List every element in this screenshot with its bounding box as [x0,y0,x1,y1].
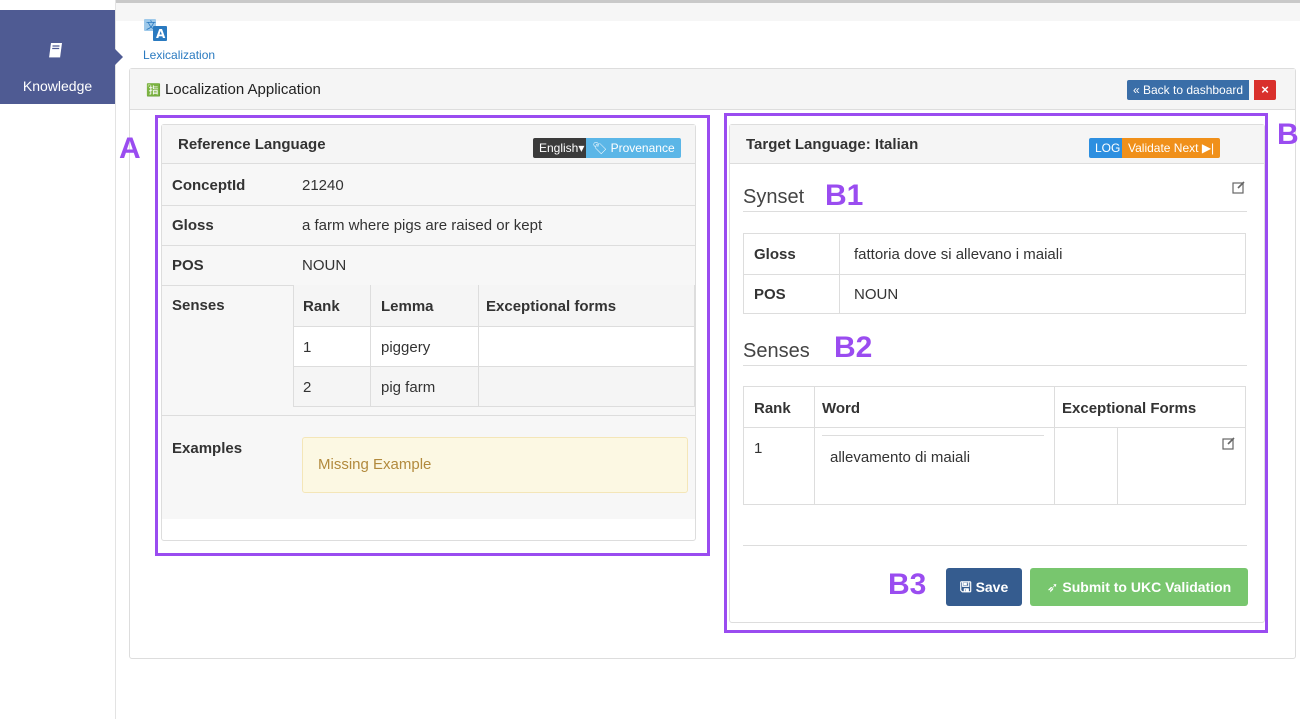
back-to-dashboard-button[interactable]: « Back to dashboard [1127,80,1250,100]
top-shade [115,3,1300,21]
page-title: 🈯 Localization Application [146,81,321,98]
nav-item-label: Knowledge [22,78,93,94]
nav-item-knowledge[interactable]: Knowledge [0,10,123,104]
translate-icon[interactable]: 文 A [143,18,169,44]
svg-text:A: A [156,27,166,41]
close-button[interactable]: × [1254,80,1276,100]
annotation-label-a: A [119,132,141,165]
annotation-box-a [155,115,710,556]
translate-small-icon: 🈯 [146,83,161,97]
localization-panel-header: 🈯 Localization Application « Back to dash… [130,69,1295,110]
app-breadcrumb-lexicalization[interactable]: Lexicalization [143,48,215,62]
book-icon [49,43,62,59]
page-title-text: Localization Application [164,81,321,98]
annotation-label-b: B [1277,118,1299,151]
left-nav: Knowledge [0,0,123,719]
annotation-label-b3: B3 [888,568,927,601]
annotation-box-b [724,113,1268,633]
annotation-label-b2: B2 [834,331,873,364]
annotation-label-b1: B1 [825,179,864,212]
